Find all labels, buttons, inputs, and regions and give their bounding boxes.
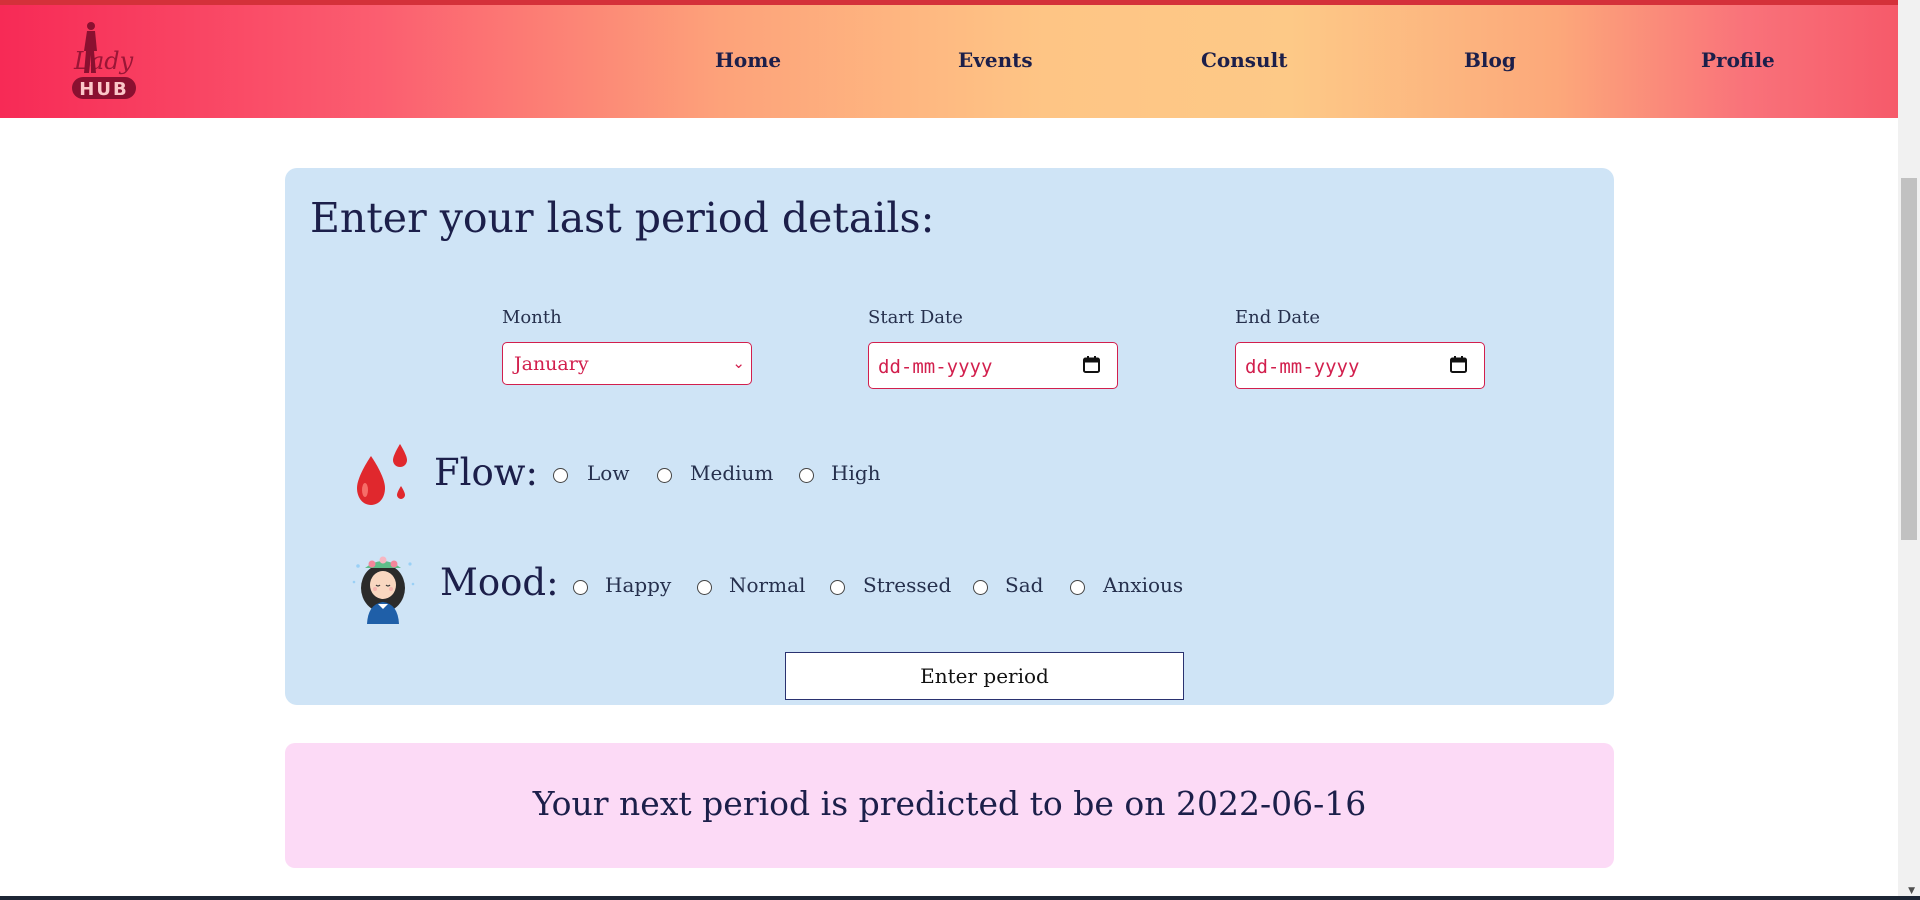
- mood-label: Mood:: [440, 561, 559, 604]
- bottom-strip: [0, 896, 1920, 900]
- scrollbar[interactable]: ▼: [1898, 0, 1920, 900]
- nav-link-events[interactable]: Events: [958, 48, 1033, 72]
- calendar-icon[interactable]: [1083, 356, 1100, 373]
- end-date-placeholder: dd-mm-yyyy: [1245, 356, 1360, 378]
- mood-option-normal: Normal: [729, 573, 806, 597]
- mood-girl-icon: [352, 556, 415, 624]
- form-title: Enter your last period details:: [310, 194, 935, 242]
- mood-option-sad: Sad: [1005, 573, 1044, 597]
- end-date-input[interactable]: dd-mm-yyyy: [1235, 342, 1485, 389]
- flow-label: Flow:: [434, 451, 538, 494]
- mood-option-anxious: Anxious: [1103, 573, 1184, 597]
- nav-link-home[interactable]: Home: [715, 48, 781, 72]
- flow-radio-high[interactable]: [799, 468, 814, 483]
- month-select-value: January: [514, 353, 589, 375]
- nav-links: Home Events Consult Blog Profile: [0, 5, 1898, 118]
- flow-option-high: High: [831, 461, 881, 485]
- period-form-card: Enter your last period details: Month Ja…: [285, 168, 1614, 705]
- month-select[interactable]: January ⌄: [502, 342, 752, 385]
- mood-radio-anxious[interactable]: [1070, 580, 1085, 595]
- scroll-down-arrow-icon[interactable]: ▼: [1908, 886, 1915, 896]
- start-date-label: Start Date: [868, 307, 963, 328]
- nav-link-blog[interactable]: Blog: [1464, 48, 1516, 72]
- month-label: Month: [502, 307, 562, 328]
- mood-radio-happy[interactable]: [573, 580, 588, 595]
- flow-option-low: Low: [587, 461, 630, 485]
- start-date-input[interactable]: dd-mm-yyyy: [868, 342, 1118, 389]
- end-date-label: End Date: [1235, 307, 1321, 328]
- nav-link-consult[interactable]: Consult: [1201, 48, 1287, 72]
- prediction-card: Your next period is predicted to be on 2…: [285, 743, 1614, 868]
- mood-radio-sad[interactable]: [973, 580, 988, 595]
- blood-drop-icon: [357, 444, 407, 505]
- flow-radio-medium[interactable]: [657, 468, 672, 483]
- mood-radio-stressed[interactable]: [830, 580, 845, 595]
- prediction-text: Your next period is predicted to be on 2…: [532, 784, 1367, 823]
- navbar: Lady HUB Home Events Consult Blog Profil…: [0, 5, 1898, 118]
- flow-option-medium: Medium: [690, 461, 774, 485]
- mood-radio-normal[interactable]: [697, 580, 712, 595]
- enter-period-button[interactable]: Enter period: [785, 652, 1184, 700]
- chevron-down-icon: ⌄: [732, 354, 745, 372]
- scrollbar-thumb[interactable]: [1901, 178, 1917, 540]
- calendar-icon[interactable]: [1450, 356, 1467, 373]
- nav-link-profile[interactable]: Profile: [1701, 48, 1775, 72]
- start-date-placeholder: dd-mm-yyyy: [878, 356, 993, 378]
- mood-option-happy: Happy: [605, 573, 672, 597]
- flow-radio-low[interactable]: [553, 468, 568, 483]
- mood-option-stressed: Stressed: [863, 573, 952, 597]
